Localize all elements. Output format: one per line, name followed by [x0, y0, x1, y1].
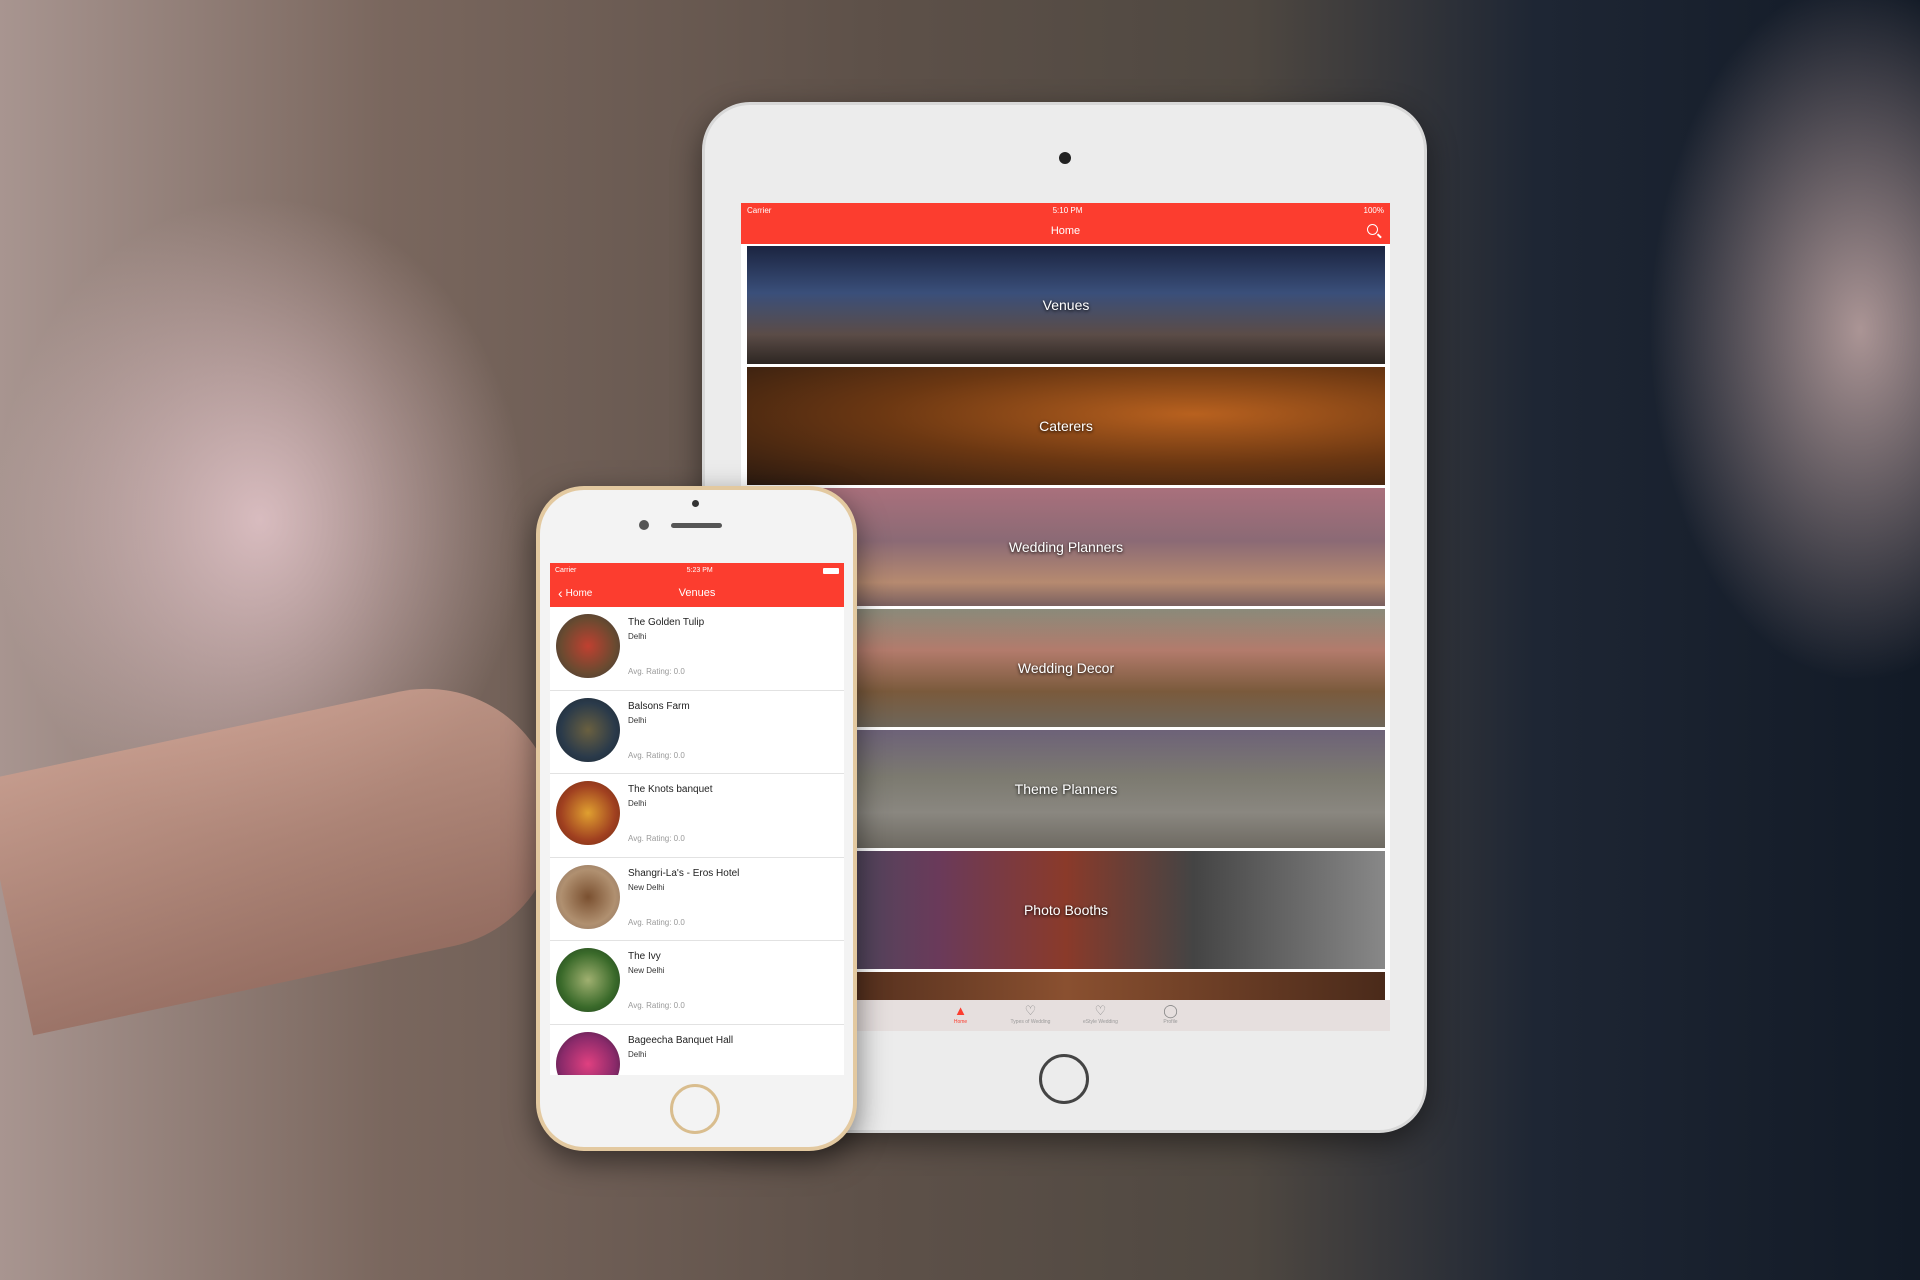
list-item[interactable]: Balsons Farm Delhi Avg. Rating: 0.0 — [550, 691, 844, 775]
phone-sensor — [692, 500, 699, 507]
venue-list: The Golden Tulip Delhi Avg. Rating: 0.0 Ba… — [550, 607, 844, 1075]
venue-thumbnail — [556, 864, 620, 929]
phone-speaker — [671, 523, 722, 528]
phone-home-button[interactable] — [670, 1084, 720, 1134]
time: 5:10 PM — [1052, 206, 1083, 215]
category-tile-caterers[interactable]: Caterers — [747, 367, 1385, 485]
list-item[interactable]: The Golden Tulip Delhi Avg. Rating: 0.0 — [550, 607, 844, 691]
status-bar: Carrier 5:10 PM 100% — [741, 203, 1390, 218]
category-tile-venues[interactable]: Venues — [747, 246, 1385, 364]
nav-bar: ‹ Home Venues — [550, 578, 844, 607]
page-title: Home — [1050, 225, 1081, 237]
battery-icon — [823, 567, 839, 574]
carrier: Carrier — [747, 206, 772, 215]
nav-bar: Home — [741, 218, 1390, 244]
venue-thumbnail — [556, 1031, 620, 1075]
heart-icon: ♡ — [1024, 1003, 1037, 1018]
profile-icon: ◯ — [1163, 1003, 1178, 1018]
carrier: Carrier — [555, 567, 577, 574]
heart-icon: ♡ — [1094, 1003, 1107, 1018]
tab-estyle-wedding[interactable]: ♡ eStyle Wedding — [1080, 1003, 1122, 1031]
tab-profile[interactable]: ◯ Profile — [1150, 1003, 1192, 1031]
home-icon: ▲ — [954, 1003, 967, 1018]
phone-camera — [639, 520, 649, 530]
venue-thumbnail — [556, 614, 620, 678]
list-item[interactable]: Shangri-La's - Eros Hotel New Delhi Avg. R… — [550, 858, 844, 942]
back-button[interactable]: ‹ Home — [558, 585, 592, 601]
ipad-home-button[interactable] — [1039, 1054, 1089, 1104]
search-icon[interactable] — [1367, 224, 1378, 235]
background-photo — [0, 664, 581, 1036]
phone-screen: Carrier 5:23 PM ‹ Home Venues The Golden … — [550, 563, 844, 1075]
tab-home[interactable]: ▲ Home — [940, 1003, 982, 1031]
venue-thumbnail — [556, 781, 620, 846]
page-title: Venues — [678, 586, 716, 599]
list-item[interactable]: Bageecha Banquet Hall Delhi — [550, 1025, 844, 1075]
list-item[interactable]: The Knots banquet Delhi Avg. Rating: 0.0 — [550, 774, 844, 858]
chevron-left-icon: ‹ — [558, 585, 563, 601]
tab-types-of-wedding[interactable]: ♡ Types of Wedding — [1010, 1003, 1052, 1031]
venue-thumbnail — [556, 948, 620, 1013]
time: 5:23 PM — [686, 567, 713, 574]
battery: 100% — [1363, 206, 1384, 215]
venue-thumbnail — [556, 697, 620, 762]
status-bar: Carrier 5:23 PM — [550, 563, 844, 578]
list-item[interactable]: The Ivy New Delhi Avg. Rating: 0.0 — [550, 941, 844, 1025]
ipad-camera — [1059, 152, 1071, 164]
